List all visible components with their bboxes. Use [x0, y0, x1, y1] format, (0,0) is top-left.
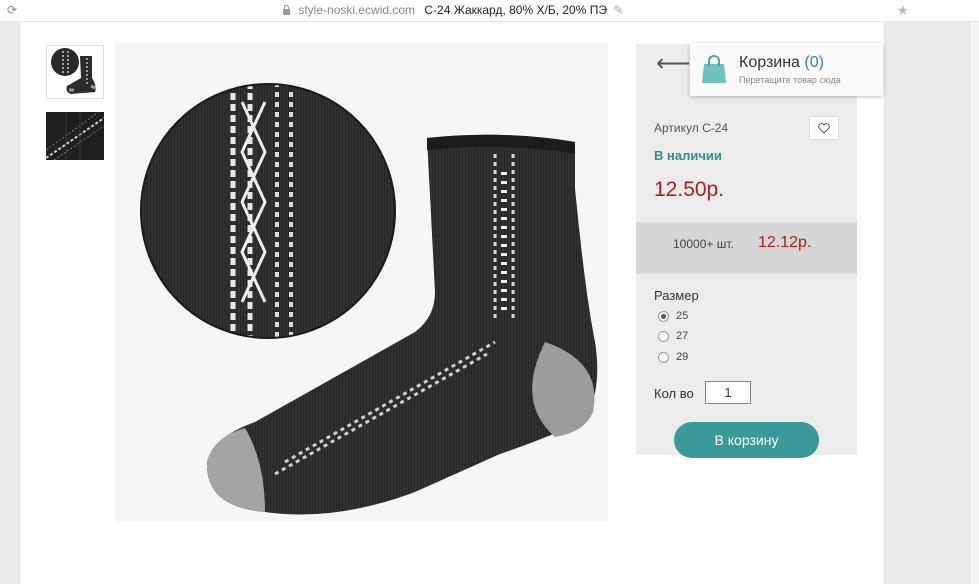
thumbnail-sock[interactable]: [46, 45, 104, 99]
quantity-input[interactable]: 1: [705, 381, 751, 404]
size-label: Размер: [654, 288, 699, 303]
stock-status: В наличии: [654, 148, 722, 163]
page-scrollbar[interactable]: [969, 22, 979, 584]
cart-title: Корзина (0): [739, 54, 824, 71]
browser-bar: ⟳ style-noski.ecwid.com С-24 Жаккард, 80…: [0, 0, 979, 22]
product-image[interactable]: [115, 42, 608, 521]
address-bar[interactable]: style-noski.ecwid.com С-24 Жаккард, 80% …: [282, 3, 623, 17]
favorite-button[interactable]: [809, 116, 839, 140]
size-option-label: 25: [676, 310, 689, 322]
bulk-quantity: 10000+ шт.: [673, 237, 734, 251]
product-price: 12.50р.: [654, 178, 725, 201]
page-title: С-24 Жаккард, 80% Х/Б, 20% ПЭ: [424, 3, 607, 17]
thumbnail-pattern-image: [46, 112, 104, 161]
size-option-25[interactable]: 25: [658, 310, 688, 322]
heart-icon: [818, 122, 830, 134]
radio-selected-icon[interactable]: [658, 310, 669, 322]
thumbnail-pattern[interactable]: [46, 112, 104, 166]
radio-icon[interactable]: [658, 351, 669, 363]
lock-icon: [283, 5, 290, 15]
radio-icon[interactable]: [658, 330, 669, 342]
thumbnail-sock-image: [47, 46, 103, 98]
size-option-label: 27: [676, 330, 689, 342]
reload-icon[interactable]: ⟳: [7, 3, 17, 17]
bulk-price: 12.12р.: [758, 234, 812, 251]
size-option-29[interactable]: 29: [658, 351, 688, 363]
cart-widget[interactable]: Корзина (0) Перетащите товар сюда: [690, 43, 883, 96]
size-option-label: 29: [676, 351, 689, 363]
cart-hint: Перетащите товар сюда: [739, 75, 841, 85]
quantity-label: Кол во: [654, 386, 694, 401]
shopping-bag-icon: [702, 55, 726, 83]
url-domain: style-noski.ecwid.com: [298, 3, 416, 17]
sock-photo: [115, 42, 608, 521]
product-details-panel: ⟵ Артикул С-24 В наличии 12.50р. 10000+ …: [636, 44, 857, 458]
star-icon[interactable]: ★: [896, 2, 909, 19]
cart-count: (0): [804, 54, 824, 71]
product-sku: Артикул С-24: [654, 121, 729, 135]
size-option-27[interactable]: 27: [658, 330, 688, 342]
product-page: ⟵ Артикул С-24 В наличии 12.50р. 10000+ …: [20, 22, 884, 584]
add-to-cart-button[interactable]: В корзину: [674, 422, 819, 458]
back-arrow-icon[interactable]: ⟵: [656, 52, 690, 76]
bulk-price-row: 10000+ шт. 12.12р.: [636, 222, 857, 274]
pencil-icon: ✎: [613, 3, 624, 17]
